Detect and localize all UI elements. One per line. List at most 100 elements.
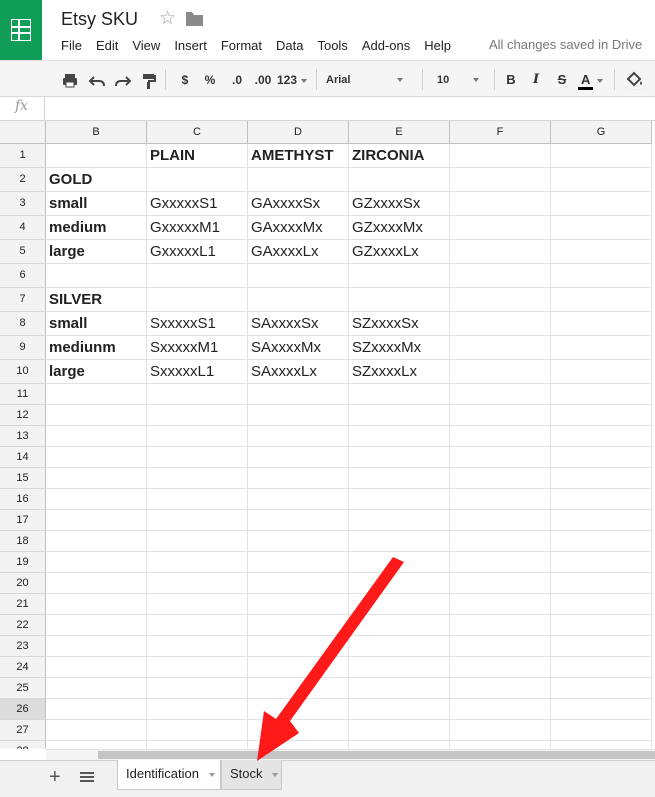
cell-b13[interactable] xyxy=(46,426,147,447)
cell-c22[interactable] xyxy=(147,615,248,636)
row-header-16[interactable]: 16 xyxy=(0,489,46,510)
cell-b23[interactable] xyxy=(46,636,147,657)
cell-e8[interactable]: SZxxxxSx xyxy=(349,312,450,336)
cell-d17[interactable] xyxy=(248,510,349,531)
cell-c16[interactable] xyxy=(147,489,248,510)
increase-decimal-button[interactable]: .00 xyxy=(252,70,274,90)
column-header-f[interactable]: F xyxy=(450,121,551,144)
cell-e1[interactable]: ZIRCONIA xyxy=(349,144,450,168)
row-header-2[interactable]: 2 xyxy=(0,168,46,192)
cell-f5[interactable] xyxy=(450,240,551,264)
decrease-decimal-button[interactable]: .0 xyxy=(228,70,246,90)
cell-c20[interactable] xyxy=(147,573,248,594)
row-header-5[interactable]: 5 xyxy=(0,240,46,264)
cell-c1[interactable]: PLAIN xyxy=(147,144,248,168)
cell-b1[interactable] xyxy=(46,144,147,168)
redo-icon[interactable] xyxy=(115,72,131,92)
cell-f28[interactable] xyxy=(450,741,551,749)
select-all-corner[interactable] xyxy=(0,121,46,144)
cell-b25[interactable] xyxy=(46,678,147,699)
cell-b20[interactable] xyxy=(46,573,147,594)
cell-f19[interactable] xyxy=(450,552,551,573)
fill-color-icon[interactable] xyxy=(625,70,647,90)
row-header-13[interactable]: 13 xyxy=(0,426,46,447)
cell-d7[interactable] xyxy=(248,288,349,312)
all-sheets-icon[interactable] xyxy=(80,771,94,783)
currency-format-button[interactable]: $ xyxy=(178,70,192,90)
cell-c18[interactable] xyxy=(147,531,248,552)
cell-b8[interactable]: small xyxy=(46,312,147,336)
document-title[interactable]: Etsy SKU xyxy=(61,9,138,30)
cell-e20[interactable] xyxy=(349,573,450,594)
scrollbar-thumb[interactable] xyxy=(98,751,655,759)
cell-f10[interactable] xyxy=(450,360,551,384)
folder-icon[interactable] xyxy=(186,12,203,26)
cell-e11[interactable] xyxy=(349,384,450,405)
row-header-24[interactable]: 24 xyxy=(0,657,46,678)
column-header-g[interactable]: G xyxy=(551,121,652,144)
row-header-23[interactable]: 23 xyxy=(0,636,46,657)
row-header-19[interactable]: 19 xyxy=(0,552,46,573)
cell-b21[interactable] xyxy=(46,594,147,615)
row-header-6[interactable]: 6 xyxy=(0,264,46,288)
cell-f11[interactable] xyxy=(450,384,551,405)
cell-e25[interactable] xyxy=(349,678,450,699)
cell-b18[interactable] xyxy=(46,531,147,552)
cell-g21[interactable] xyxy=(551,594,652,615)
cell-f6[interactable] xyxy=(450,264,551,288)
cell-f1[interactable] xyxy=(450,144,551,168)
cell-g15[interactable] xyxy=(551,468,652,489)
menu-help[interactable]: Help xyxy=(424,38,451,54)
cell-g19[interactable] xyxy=(551,552,652,573)
sheets-logo[interactable] xyxy=(0,0,42,60)
column-header-d[interactable]: D xyxy=(248,121,349,144)
cell-g4[interactable] xyxy=(551,216,652,240)
cell-b5[interactable]: large xyxy=(46,240,147,264)
cell-f21[interactable] xyxy=(450,594,551,615)
row-header-28[interactable]: 28 xyxy=(0,741,46,749)
cell-b11[interactable] xyxy=(46,384,147,405)
cell-c21[interactable] xyxy=(147,594,248,615)
cell-f4[interactable] xyxy=(450,216,551,240)
cell-b2[interactable]: GOLD xyxy=(46,168,147,192)
row-header-25[interactable]: 25 xyxy=(0,678,46,699)
cell-e6[interactable] xyxy=(349,264,450,288)
cell-d2[interactable] xyxy=(248,168,349,192)
cell-b19[interactable] xyxy=(46,552,147,573)
cell-g12[interactable] xyxy=(551,405,652,426)
cell-e27[interactable] xyxy=(349,720,450,741)
bold-button[interactable]: B xyxy=(504,70,518,90)
cell-d24[interactable] xyxy=(248,657,349,678)
cell-e22[interactable] xyxy=(349,615,450,636)
cell-e5[interactable]: GZxxxxLx xyxy=(349,240,450,264)
row-header-7[interactable]: 7 xyxy=(0,288,46,312)
menu-view[interactable]: View xyxy=(132,38,160,54)
cell-e15[interactable] xyxy=(349,468,450,489)
cell-e26[interactable] xyxy=(349,699,450,720)
cell-b6[interactable] xyxy=(46,264,147,288)
cell-d21[interactable] xyxy=(248,594,349,615)
cell-c3[interactable]: GxxxxxS1 xyxy=(147,192,248,216)
formula-input[interactable] xyxy=(48,97,648,120)
cell-g16[interactable] xyxy=(551,489,652,510)
cell-g28[interactable] xyxy=(551,741,652,749)
cell-d26[interactable] xyxy=(248,699,349,720)
cell-e14[interactable] xyxy=(349,447,450,468)
cell-d1[interactable]: AMETHYST xyxy=(248,144,349,168)
cell-c4[interactable]: GxxxxxM1 xyxy=(147,216,248,240)
cell-c6[interactable] xyxy=(147,264,248,288)
cell-g1[interactable] xyxy=(551,144,652,168)
cell-f24[interactable] xyxy=(450,657,551,678)
row-header-26[interactable]: 26 xyxy=(0,699,46,720)
cell-b7[interactable]: SILVER xyxy=(46,288,147,312)
cell-b16[interactable] xyxy=(46,489,147,510)
row-header-9[interactable]: 9 xyxy=(0,336,46,360)
cell-b24[interactable] xyxy=(46,657,147,678)
cell-c25[interactable] xyxy=(147,678,248,699)
cell-g8[interactable] xyxy=(551,312,652,336)
cell-e18[interactable] xyxy=(349,531,450,552)
cell-g14[interactable] xyxy=(551,447,652,468)
row-header-22[interactable]: 22 xyxy=(0,615,46,636)
cell-d25[interactable] xyxy=(248,678,349,699)
cell-g13[interactable] xyxy=(551,426,652,447)
